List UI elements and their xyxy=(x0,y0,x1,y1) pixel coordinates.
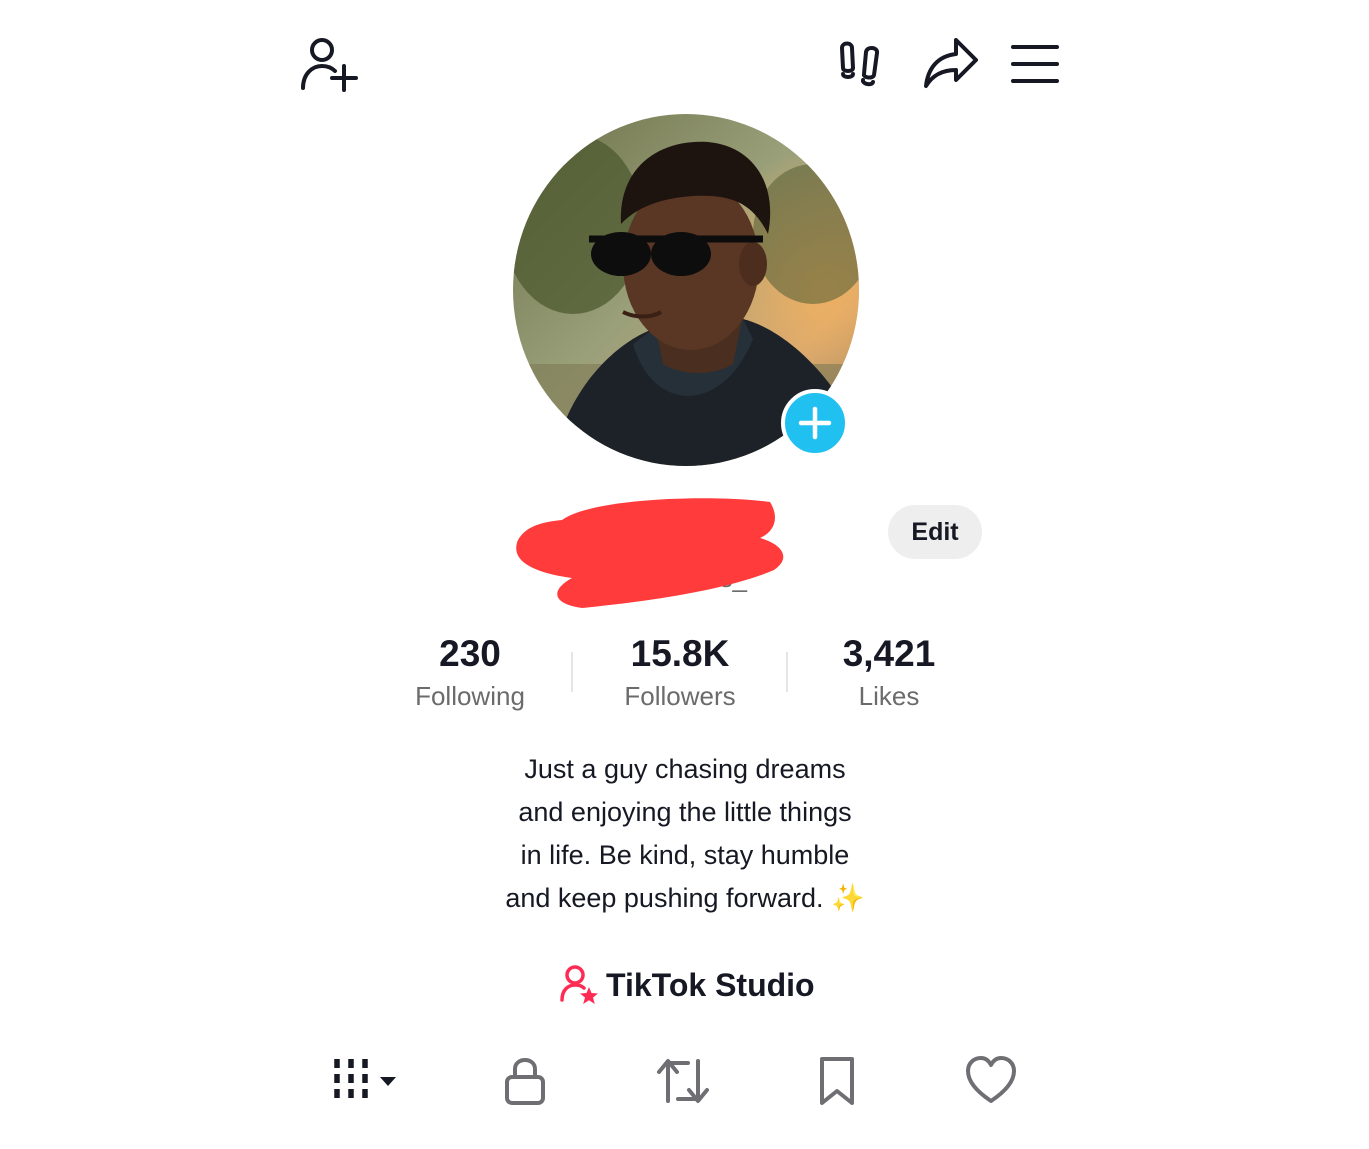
edit-profile-button[interactable]: Edit xyxy=(888,505,982,559)
tab-videos[interactable] xyxy=(330,1053,402,1109)
following-label: Following xyxy=(415,681,525,711)
username-redaction: oks_ xyxy=(512,492,788,610)
add-friend-icon[interactable] xyxy=(298,36,358,92)
followers-count: 15.8K xyxy=(630,633,730,674)
tab-reposts[interactable] xyxy=(654,1053,712,1109)
sparkles-emoji: ✨ xyxy=(831,883,865,913)
heart-icon xyxy=(966,1056,1016,1103)
tab-liked[interactable] xyxy=(964,1053,1018,1109)
share-icon[interactable] xyxy=(922,36,980,92)
menu-icon[interactable] xyxy=(1010,42,1060,86)
followers-label: Followers xyxy=(624,681,736,711)
lock-icon xyxy=(505,1058,545,1105)
stat-likes[interactable]: 3,421 Likes xyxy=(804,632,974,716)
add-avatar-button[interactable] xyxy=(781,389,849,457)
tab-private[interactable] xyxy=(500,1053,550,1109)
stat-following[interactable]: 230 Following xyxy=(385,632,555,716)
tiktok-studio-link[interactable]: TikTok Studio xyxy=(606,964,815,1006)
likes-count: 3,421 xyxy=(842,633,936,674)
tab-saved[interactable] xyxy=(814,1053,860,1109)
stat-divider xyxy=(571,652,573,692)
bio-line: and keep pushing forward. ✨ xyxy=(505,883,865,913)
repost-icon xyxy=(657,1059,709,1103)
bio-line: Just a guy chasing dreams xyxy=(524,754,846,784)
likes-label: Likes xyxy=(858,681,920,711)
bio-line: and enjoying the little things xyxy=(518,797,852,827)
profile-bio: Just a guy chasing dreams and enjoying t… xyxy=(440,748,930,920)
grid-dropdown-icon xyxy=(334,1059,396,1099)
plus-icon xyxy=(798,406,832,440)
bio-line: in life. Be kind, stay humble xyxy=(520,840,850,870)
following-count: 230 xyxy=(439,633,501,674)
stat-divider xyxy=(786,652,788,692)
footprints-icon[interactable] xyxy=(836,38,884,90)
bookmark-icon xyxy=(820,1057,854,1105)
stat-followers[interactable]: 15.8K Followers xyxy=(595,632,765,716)
person-star-icon[interactable] xyxy=(560,962,600,1008)
